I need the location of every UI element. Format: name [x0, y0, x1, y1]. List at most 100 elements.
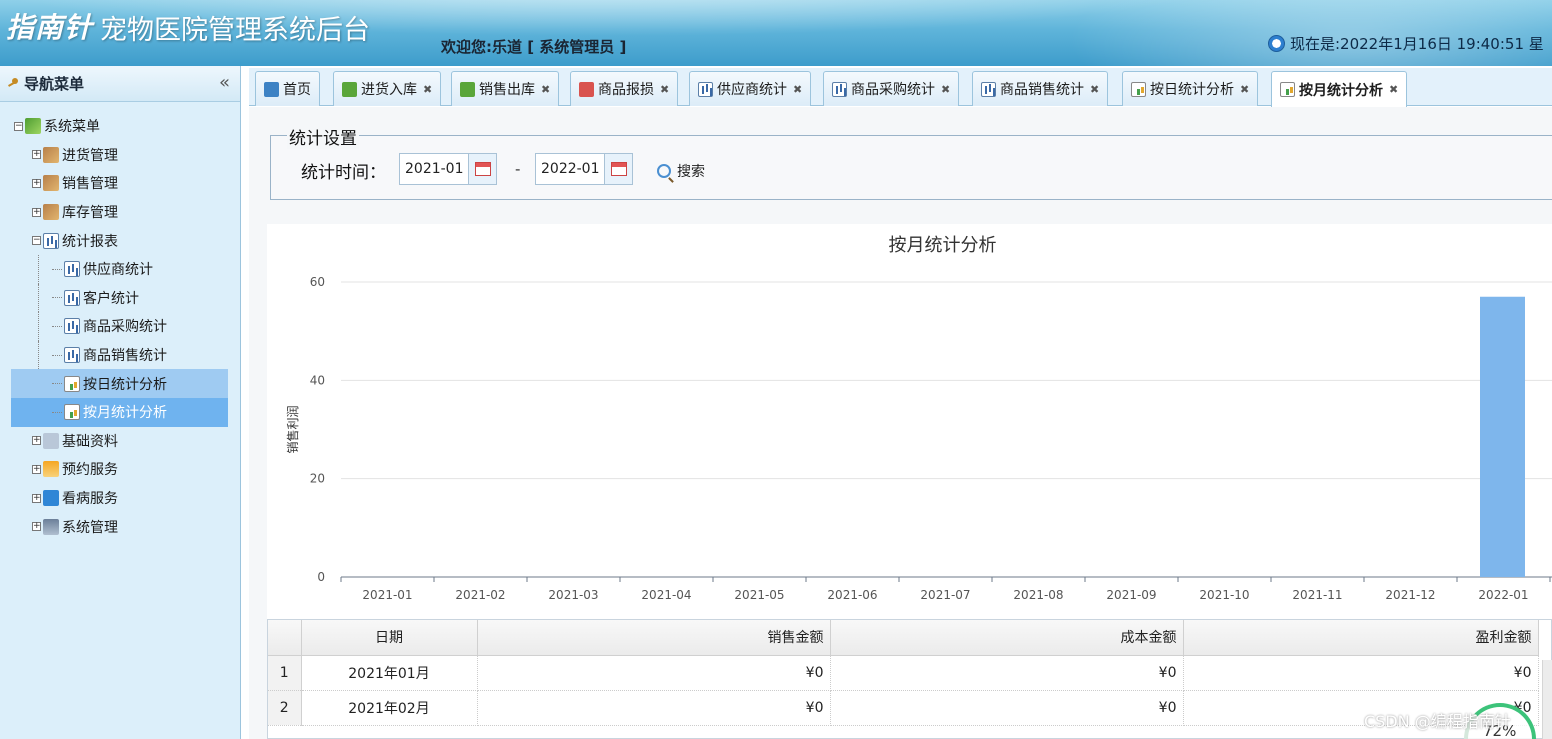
sidebar-item-label: 进货管理 — [62, 147, 118, 164]
tab-content: 统计设置 统计时间： 2021-01 - 2022-01 搜索 按月统计分析 0 2… — [249, 107, 1552, 739]
calendar-icon — [610, 162, 627, 176]
row-number: 2 — [268, 690, 302, 726]
expand-toggle-icon[interactable]: + — [32, 436, 41, 446]
expand-toggle-icon[interactable]: + — [32, 178, 41, 188]
tab-sales-stats[interactable]: 商品销售统计 ✖ — [972, 71, 1109, 106]
expand-toggle-icon[interactable]: + — [32, 522, 41, 532]
sidebar-item-reports[interactable]: − 统计报表 — [0, 226, 240, 255]
tree-connector — [52, 411, 62, 413]
y-tick-label: 20 — [310, 472, 325, 486]
report-icon — [64, 318, 80, 335]
expand-toggle-icon[interactable]: + — [32, 464, 41, 474]
sidebar-item-purchase[interactable]: + 进货管理 — [0, 141, 240, 170]
sales-icon — [43, 175, 59, 192]
sidebar-item-label: 按月统计分析 — [83, 405, 167, 422]
close-icon[interactable]: ✖ — [1090, 83, 1099, 96]
sidebar-item-label: 预约服务 — [62, 462, 118, 479]
tab-stock-out[interactable]: 销售出库 ✖ — [451, 71, 560, 106]
cell-sales: ¥0 — [477, 655, 831, 691]
end-month-input[interactable]: 2022-01 — [535, 153, 633, 185]
sidebar-item-sales[interactable]: + 销售管理 — [0, 169, 240, 198]
medical-cross-icon — [43, 490, 59, 507]
close-icon[interactable]: ✖ — [1240, 83, 1249, 96]
sidebar-item-system[interactable]: + 系统管理 — [0, 512, 240, 541]
sidebar-item-appointment[interactable]: + 预约服务 — [0, 455, 240, 484]
report-icon — [64, 261, 80, 278]
start-month-input[interactable]: 2021-01 — [399, 153, 497, 185]
x-tick-label: 2021-10 — [1199, 588, 1249, 602]
analysis-doc-icon — [64, 375, 80, 392]
expand-toggle-icon[interactable]: + — [32, 207, 41, 217]
sidebar-header: 导航菜单 « — [0, 66, 240, 102]
close-icon[interactable]: ✖ — [423, 83, 432, 96]
collapse-toggle-icon[interactable]: − — [14, 121, 23, 131]
tab-home[interactable]: 首页 — [255, 71, 320, 106]
tab-label: 销售出库 — [479, 82, 535, 98]
x-tick-label: 2021-06 — [827, 588, 877, 602]
close-icon[interactable]: ✖ — [941, 83, 950, 96]
tree-connector — [52, 325, 62, 327]
purchase-icon — [43, 146, 59, 163]
x-tick-label: 2021-07 — [920, 588, 970, 602]
y-axis-label: 销售利润 — [285, 405, 300, 453]
cell-profit: ¥0 — [1183, 655, 1539, 691]
x-tick-label: 2021-11 — [1292, 588, 1342, 602]
sidebar-item-supplier-stats[interactable]: 供应商统计 — [0, 254, 240, 284]
close-icon[interactable]: ✖ — [793, 83, 802, 96]
tab-supplier-stats[interactable]: 供应商统计 ✖ — [689, 71, 812, 106]
tree-connector — [52, 268, 62, 270]
end-month-value: 2022-01 — [541, 161, 600, 177]
table-row[interactable]: 2 2021年02月 ¥0 ¥0 ¥0 — [268, 690, 1539, 726]
tab-damage[interactable]: 商品报损 ✖ — [570, 71, 679, 106]
sidebar-item-sales-stats[interactable]: 商品销售统计 — [0, 340, 240, 370]
x-tick-label: 2022-01 — [1478, 588, 1528, 602]
analysis-doc-icon — [1280, 82, 1295, 97]
calendar-icon — [43, 461, 59, 478]
collapse-sidebar-button[interactable]: « — [219, 72, 230, 93]
column-header-cost[interactable]: 成本金额 — [830, 620, 1184, 656]
tab-label: 按日统计分析 — [1150, 82, 1234, 98]
tree-connector — [38, 340, 39, 370]
sidebar-item-inventory[interactable]: + 库存管理 — [0, 198, 240, 227]
end-calendar-button[interactable] — [604, 154, 632, 184]
home-icon — [264, 81, 279, 97]
close-icon[interactable]: ✖ — [1389, 83, 1398, 96]
close-icon[interactable]: ✖ — [541, 83, 550, 96]
sidebar-item-basic-data[interactable]: + 基础资料 — [0, 427, 240, 456]
sidebar-item-daily-analysis[interactable]: 按日统计分析 — [11, 369, 228, 398]
expand-toggle-icon[interactable]: + — [32, 493, 41, 503]
time-label: 统计时间： — [301, 163, 386, 183]
clock: 现在是:2022年1月16日 19:40:51 星 — [1268, 33, 1544, 54]
vertical-scrollbar[interactable] — [1542, 660, 1552, 739]
cell-sales: ¥0 — [477, 690, 831, 726]
sidebar-item-treatment[interactable]: + 看病服务 — [0, 484, 240, 513]
tab-label: 供应商统计 — [717, 82, 787, 98]
tree-root[interactable]: − 系统菜单 — [0, 112, 240, 141]
collapse-toggle-icon[interactable]: − — [32, 236, 41, 246]
sidebar-title: 导航菜单 — [24, 75, 85, 93]
stat-settings-legend: 统计设置 — [287, 124, 359, 149]
column-header-profit[interactable]: 盈利金额 — [1183, 620, 1539, 656]
search-button[interactable]: 搜索 — [657, 161, 705, 181]
tree-connector — [38, 283, 39, 313]
tree-connector — [52, 383, 62, 385]
column-header-sales[interactable]: 销售金额 — [477, 620, 831, 656]
sidebar-item-label: 供应商统计 — [83, 262, 153, 279]
tab-monthly-analysis[interactable]: 按月统计分析 ✖ — [1271, 71, 1408, 107]
table-row[interactable]: 1 2021年01月 ¥0 ¥0 ¥0 — [268, 655, 1539, 691]
column-header-date[interactable]: 日期 — [301, 620, 478, 656]
sidebar-item-customer-stats[interactable]: 客户统计 — [0, 283, 240, 313]
expand-toggle-icon[interactable]: + — [32, 150, 41, 160]
analysis-doc-icon — [1131, 81, 1146, 97]
sidebar-item-monthly-analysis[interactable]: 按月统计分析 — [11, 397, 228, 427]
tab-stock-in[interactable]: 进货入库 ✖ — [333, 71, 442, 106]
sidebar-item-purchase-stats[interactable]: 商品采购统计 — [0, 312, 240, 341]
document-icon — [43, 432, 59, 449]
tab-daily-analysis[interactable]: 按日统计分析 ✖ — [1122, 71, 1259, 106]
app-header: 指南针 宠物医院管理系统后台 欢迎您:乐道 [ 系统管理员 ] 现在是:2022… — [0, 0, 1552, 66]
tab-purchase-stats[interactable]: 商品采购统计 ✖ — [823, 71, 960, 106]
system-title: 宠物医院管理系统后台 — [100, 15, 370, 46]
close-icon[interactable]: ✖ — [660, 83, 669, 96]
start-calendar-button[interactable] — [468, 154, 496, 184]
key-icon — [8, 77, 18, 87]
